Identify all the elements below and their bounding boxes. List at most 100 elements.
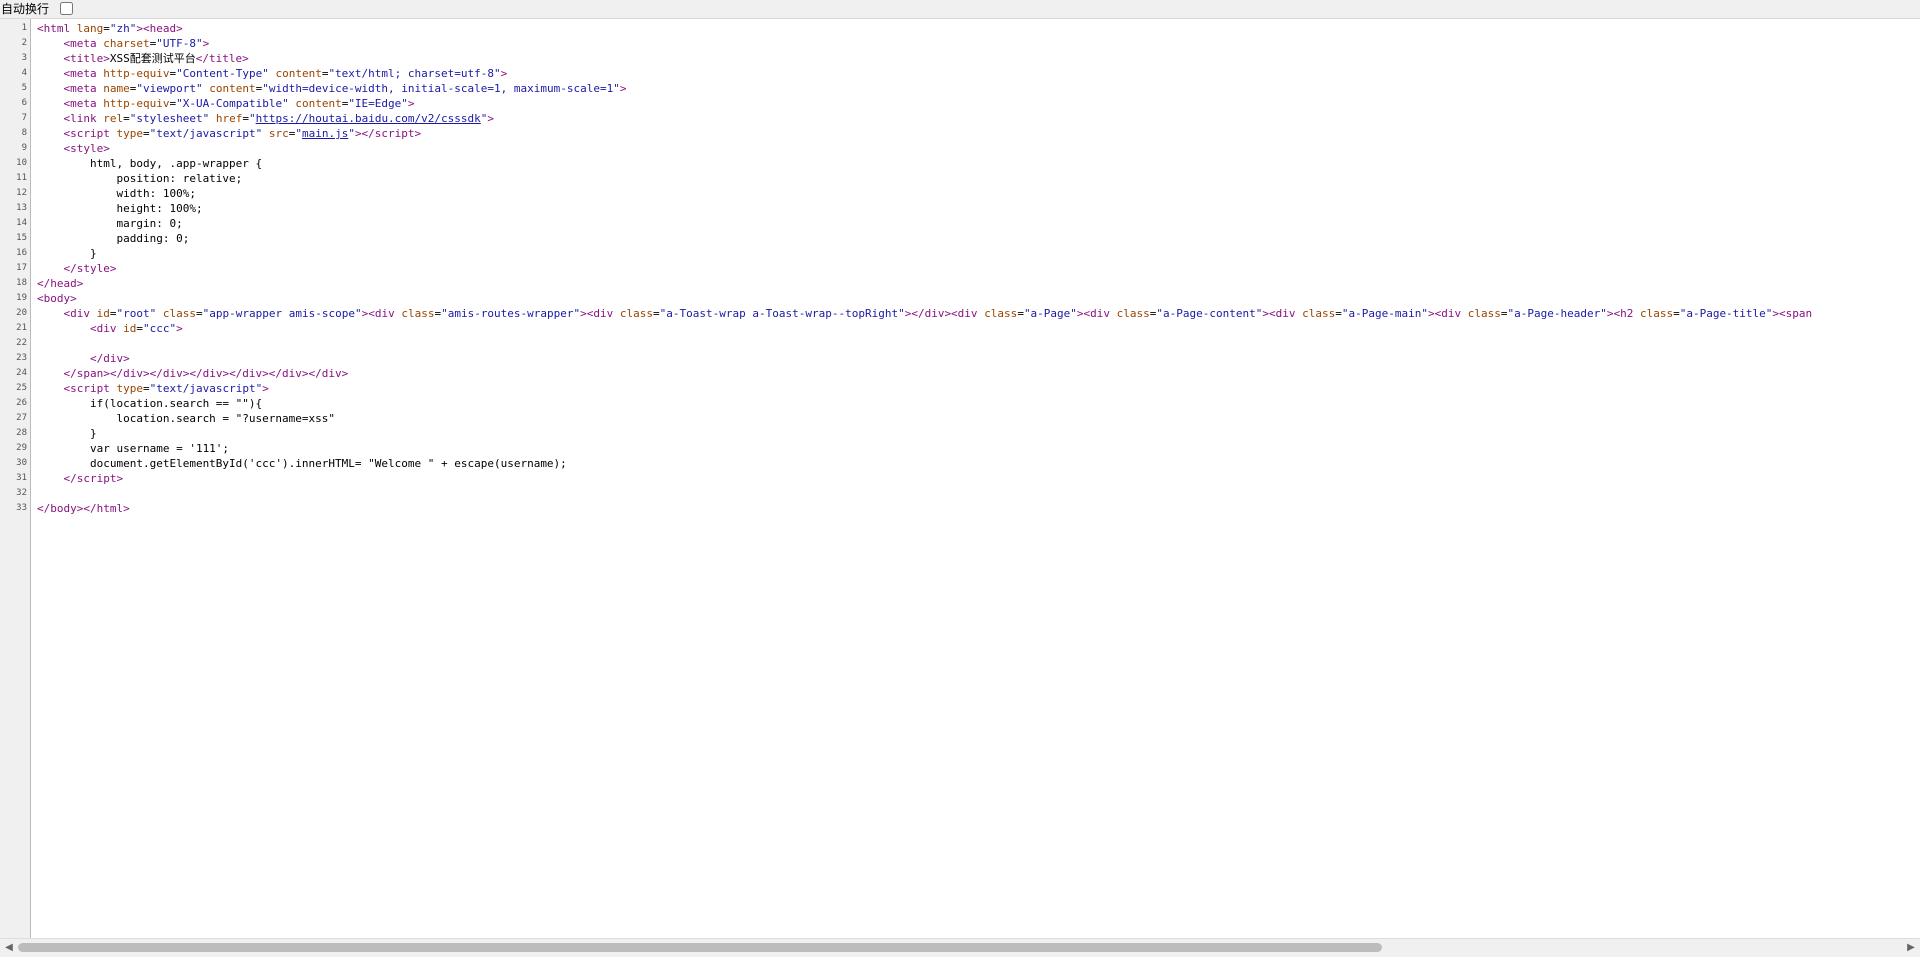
source-line: 13 height: 100%;	[0, 201, 1920, 216]
line-wrap-checkbox[interactable]	[60, 2, 73, 15]
source-line: 18 </head>	[0, 276, 1920, 291]
line-number: 20	[16, 308, 27, 318]
line-number: 15	[16, 233, 27, 243]
line-content: height: 100%;	[37, 202, 203, 215]
source-line: 17 </style>	[0, 261, 1920, 276]
source-line: 21 <div id="ccc">	[0, 321, 1920, 336]
source-line: 6 <meta http-equiv="X-UA-Compatible" con…	[0, 96, 1920, 111]
line-content: }	[37, 427, 97, 440]
line-content: <html lang="zh"><head>	[37, 22, 183, 35]
line-number: 14	[16, 218, 27, 228]
source-line: 27 location.search = "?username=xss"	[0, 411, 1920, 426]
line-wrap-label[interactable]: 自动换行	[1, 2, 49, 16]
line-content: </style>	[63, 262, 117, 275]
line-number: 11	[16, 173, 27, 183]
line-content: <meta http-equiv="Content-Type" content=…	[63, 67, 508, 80]
line-content: </div>	[89, 352, 130, 365]
line-content: <body>	[37, 292, 77, 305]
line-content: <meta http-equiv="X-UA-Compatible" conte…	[63, 97, 415, 110]
line-number: 28	[16, 428, 27, 438]
line-content: </head>	[37, 277, 84, 290]
line-number: 13	[16, 203, 27, 213]
line-number: 1	[21, 23, 27, 33]
source-line: 11 position: relative;	[0, 171, 1920, 186]
source-line: 9 <style>	[0, 141, 1920, 156]
source-line: 15 padding: 0;	[0, 231, 1920, 246]
line-number: 8	[21, 128, 27, 138]
line-content: <meta name="viewport" content="width=dev…	[63, 82, 627, 95]
line-content: <link rel="stylesheet" href="https://hou…	[63, 112, 495, 125]
line-content: padding: 0;	[37, 232, 190, 245]
line-content: </script>	[63, 472, 124, 485]
source-line: 8 <script type="text/javascript" src="ma…	[0, 126, 1920, 141]
chevron-right-icon[interactable]: ▶	[1904, 941, 1918, 955]
line-content: <script type="text/javascript" src="main…	[63, 127, 422, 140]
source-line: 20 <div id="root" class="app-wrapper ami…	[0, 306, 1920, 321]
line-number: 9	[21, 143, 27, 153]
source-line: 2 <meta charset="UTF-8">	[0, 36, 1920, 51]
source-line: 5 <meta name="viewport" content="width=d…	[0, 81, 1920, 96]
source-line: 31 </script>	[0, 471, 1920, 486]
source-line: 32	[0, 486, 1920, 501]
line-number: 30	[16, 458, 27, 468]
source-line: 26 if(location.search == ""){	[0, 396, 1920, 411]
horizontal-scrollbar[interactable]: ◀ ▶	[0, 938, 1920, 957]
line-number: 18	[16, 278, 27, 288]
source-line: 7 <link rel="stylesheet" href="https://h…	[0, 111, 1920, 126]
line-number: 7	[21, 113, 27, 123]
line-number: 32	[16, 488, 27, 498]
line-content: html, body, .app-wrapper {	[37, 157, 263, 170]
source-line: 14 margin: 0;	[0, 216, 1920, 231]
line-number: 19	[16, 293, 27, 303]
line-content: var username = '111';	[37, 442, 230, 455]
line-number: 25	[16, 383, 27, 393]
source-line: 25 <script type="text/javascript">	[0, 381, 1920, 396]
line-number: 5	[21, 83, 27, 93]
source-line: 1 <html lang="zh"><head>	[0, 21, 1920, 36]
line-content: <title>XSS配套测试平台</title>	[63, 52, 249, 65]
source-line: 22	[0, 336, 1920, 351]
line-content: <script type="text/javascript">	[63, 382, 269, 395]
line-content: margin: 0;	[37, 217, 183, 230]
line-number: 31	[16, 473, 27, 483]
line-content: document.getElementById('ccc').innerHTML…	[37, 457, 567, 470]
line-content: location.search = "?username=xss"	[37, 412, 336, 425]
line-content: </body></html>	[37, 502, 130, 515]
toolbar: 自动换行	[0, 0, 1920, 19]
source-line: 23 </div>	[0, 351, 1920, 366]
source-line: 16 }	[0, 246, 1920, 261]
line-number: 10	[16, 158, 27, 168]
line-number: 23	[16, 353, 27, 363]
source-line: 3 <title>XSS配套测试平台</title>	[0, 51, 1920, 66]
line-content: if(location.search == ""){	[37, 397, 263, 410]
line-number: 2	[21, 38, 27, 48]
line-content: </span></div></div></div></div></div></d…	[63, 367, 349, 380]
line-content: <div id="ccc">	[89, 322, 183, 335]
line-number: 21	[16, 323, 27, 333]
chevron-left-icon[interactable]: ◀	[2, 941, 16, 955]
source-line: 19 <body>	[0, 291, 1920, 306]
line-content: width: 100%;	[37, 187, 196, 200]
line-number: 22	[16, 338, 27, 348]
source-line: 24 </span></div></div></div></div></div>…	[0, 366, 1920, 381]
scrollbar-thumb[interactable]	[18, 943, 1382, 952]
source-line: 10 html, body, .app-wrapper {	[0, 156, 1920, 171]
line-number: 27	[16, 413, 27, 423]
source-line: 4 <meta http-equiv="Content-Type" conten…	[0, 66, 1920, 81]
line-content: }	[37, 247, 97, 260]
line-number: 12	[16, 188, 27, 198]
line-number: 16	[16, 248, 27, 258]
line-content: position: relative;	[37, 172, 243, 185]
line-number: 26	[16, 398, 27, 408]
line-content: <meta charset="UTF-8">	[63, 37, 210, 50]
line-number: 3	[21, 53, 27, 63]
line-number: 4	[21, 68, 27, 78]
source-line: 28 }	[0, 426, 1920, 441]
source-line: 33 </body></html>	[0, 501, 1920, 516]
source-line: 12 width: 100%;	[0, 186, 1920, 201]
line-number: 6	[21, 98, 27, 108]
line-number: 17	[16, 263, 27, 273]
source-code-view: 1 <html lang="zh"><head> 2 <meta charset="…	[0, 21, 1920, 941]
line-number: 33	[16, 503, 27, 513]
line-content: <div id="root" class="app-wrapper amis-s…	[63, 307, 1813, 320]
